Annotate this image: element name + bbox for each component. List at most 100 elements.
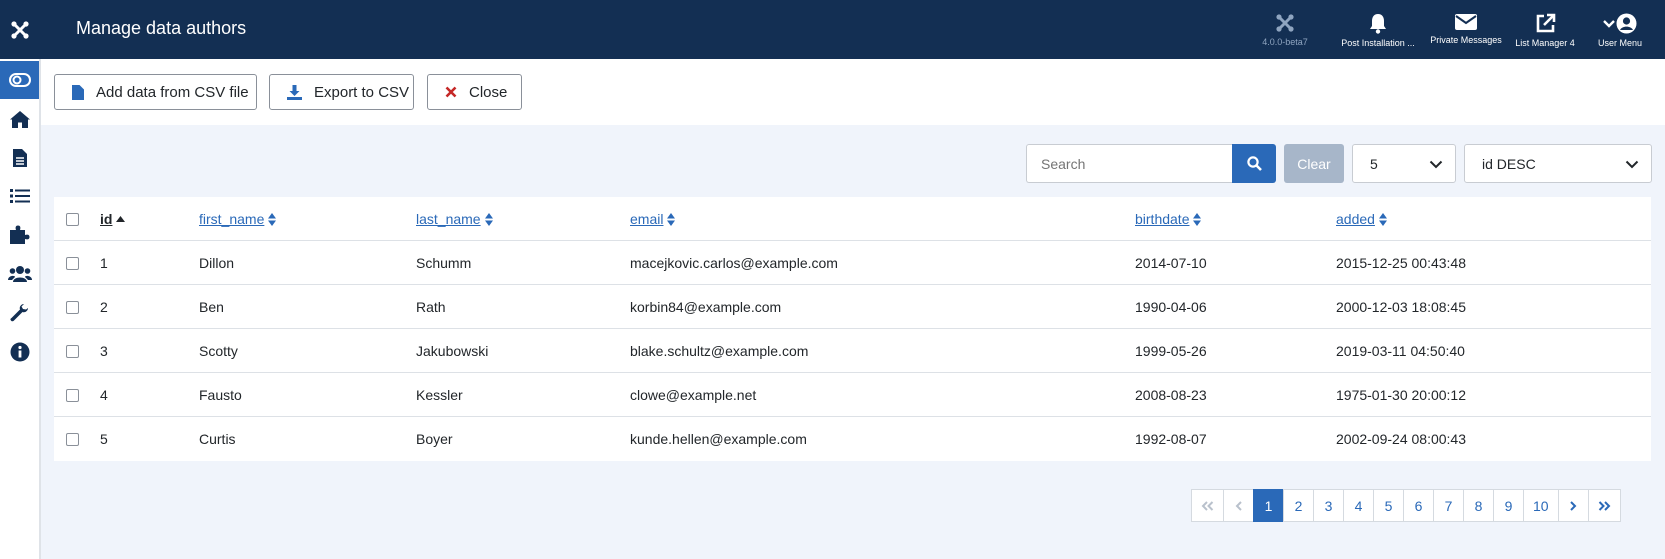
- row-checkbox[interactable]: [66, 432, 79, 446]
- private-messages-label: Private Messages: [1430, 35, 1502, 45]
- search-input[interactable]: [1026, 144, 1232, 183]
- joomla-icon: [1276, 14, 1294, 32]
- toolbar: Add data from CSV file Export to CSV Clo…: [41, 59, 1665, 125]
- double-chevron-right-icon: [1598, 500, 1610, 511]
- post-installation-label: Post Installation ...: [1341, 38, 1415, 48]
- clear-button[interactable]: Clear: [1284, 144, 1344, 183]
- version-link[interactable]: 4.0.0-beta7: [1258, 0, 1312, 59]
- cell-first-name: Ben: [199, 299, 224, 315]
- search-button[interactable]: [1232, 144, 1276, 183]
- cell-birthdate: 2014-07-10: [1135, 255, 1207, 271]
- sort-last-name-link[interactable]: last_name: [416, 211, 481, 227]
- external-link-icon: [1536, 13, 1555, 33]
- sort-icon: [484, 212, 493, 226]
- pagination-page-9[interactable]: 9: [1493, 489, 1524, 522]
- info-icon: [10, 342, 29, 362]
- cell-email: korbin84@example.com: [630, 299, 782, 315]
- pagination-prev[interactable]: [1223, 489, 1254, 522]
- sort-email-link[interactable]: email: [630, 211, 663, 227]
- pagination-page-4[interactable]: 4: [1343, 489, 1374, 522]
- sort-asc-icon: [116, 216, 126, 222]
- user-menu-button[interactable]: User Menu: [1592, 0, 1648, 59]
- user-circle-icon: [1616, 13, 1637, 34]
- close-button[interactable]: Close: [427, 74, 522, 110]
- list-icon: [9, 189, 30, 203]
- double-chevron-left-icon: [1201, 500, 1214, 511]
- list-limit-select[interactable]: 5: [1352, 144, 1456, 183]
- export-csv-button[interactable]: Export to CSV: [269, 74, 414, 110]
- wrench-icon: [9, 304, 28, 322]
- post-installation-button[interactable]: Post Installation ...: [1338, 0, 1418, 59]
- pagination-page-6[interactable]: 6: [1403, 489, 1434, 522]
- file-icon: [72, 84, 84, 100]
- pagination-page-2[interactable]: 2: [1283, 489, 1314, 522]
- add-csv-label: Add data from CSV file: [96, 83, 249, 101]
- pagination-first[interactable]: [1191, 489, 1224, 522]
- cell-email: macejkovic.carlos@example.com: [630, 255, 838, 271]
- row-checkbox[interactable]: [66, 388, 79, 402]
- cell-last-name: Rath: [416, 299, 446, 315]
- row-checkbox[interactable]: [66, 256, 79, 270]
- sort-first-name-link[interactable]: first_name: [199, 211, 264, 227]
- sidebar: [0, 59, 41, 559]
- pagination: 1 2 3 4 5 6 7 8 9 10: [1191, 489, 1621, 522]
- table-row: 2 Ben Rath korbin84@example.com 1990-04-…: [54, 285, 1651, 329]
- sort-icon: [1378, 212, 1387, 226]
- sidebar-item-content[interactable]: [0, 139, 39, 177]
- top-header: Manage data authors 4.0.0-beta7 Post Ins…: [0, 0, 1665, 59]
- user-menu-label: User Menu: [1597, 38, 1642, 48]
- close-icon: [445, 86, 457, 98]
- add-csv-button[interactable]: Add data from CSV file: [54, 74, 257, 110]
- sort-id-link[interactable]: id: [100, 211, 112, 227]
- sidebar-item-menus[interactable]: [0, 177, 39, 215]
- pagination-page-8[interactable]: 8: [1463, 489, 1494, 522]
- pagination-page-5[interactable]: 5: [1373, 489, 1404, 522]
- cell-email: kunde.hellen@example.com: [630, 431, 807, 447]
- sidebar-item-users[interactable]: [0, 255, 39, 293]
- table-header-row: id first_name last_name email birthdate …: [54, 197, 1651, 241]
- cell-first-name: Scotty: [199, 343, 238, 359]
- envelope-icon: [1455, 14, 1477, 30]
- ordering-select[interactable]: id DESC: [1464, 144, 1652, 183]
- chevron-down-icon: [1603, 19, 1615, 28]
- pagination-page-3[interactable]: 3: [1313, 489, 1344, 522]
- sort-icon: [268, 212, 277, 226]
- sidebar-item-home[interactable]: [0, 100, 39, 138]
- pagination-last[interactable]: [1587, 489, 1621, 522]
- cell-first-name: Fausto: [199, 387, 242, 403]
- pagination-page-10[interactable]: 10: [1523, 489, 1559, 522]
- export-csv-label: Export to CSV: [314, 83, 410, 101]
- cell-last-name: Boyer: [416, 431, 453, 447]
- puzzle-icon: [10, 225, 30, 244]
- chevron-down-icon: [1429, 160, 1443, 169]
- bell-icon: [1370, 14, 1386, 34]
- cell-last-name: Schumm: [416, 255, 472, 271]
- pagination-page-1[interactable]: 1: [1253, 489, 1284, 522]
- row-checkbox[interactable]: [66, 300, 79, 314]
- chevron-left-icon: [1235, 500, 1242, 511]
- cell-last-name: Kessler: [416, 387, 463, 403]
- pagination-next[interactable]: [1557, 489, 1589, 522]
- sort-birthdate-link[interactable]: birthdate: [1135, 211, 1189, 227]
- column-header-first-name: first_name: [199, 197, 277, 241]
- version-label: 4.0.0-beta7: [1262, 37, 1308, 47]
- sidebar-toggle[interactable]: [0, 61, 39, 99]
- sidebar-item-system[interactable]: [0, 294, 39, 332]
- private-messages-button[interactable]: Private Messages: [1428, 0, 1504, 59]
- pagination-page-7[interactable]: 7: [1433, 489, 1464, 522]
- sidebar-item-help[interactable]: [0, 333, 39, 371]
- cell-email: clowe@example.net: [630, 387, 757, 403]
- sort-icon: [1193, 212, 1202, 226]
- sidebar-item-components[interactable]: [0, 216, 39, 254]
- file-icon: [12, 149, 27, 167]
- sort-added-link[interactable]: added: [1336, 211, 1375, 227]
- cell-email: blake.schultz@example.com: [630, 343, 809, 359]
- cell-added: 2015-12-25 00:43:48: [1336, 255, 1466, 271]
- joomla-logo-icon[interactable]: [0, 0, 40, 59]
- row-checkbox[interactable]: [66, 344, 79, 358]
- list-manager-label: List Manager 4: [1515, 38, 1575, 48]
- cell-id: 5: [100, 431, 108, 447]
- cell-added: 2002-09-24 08:00:43: [1336, 431, 1466, 447]
- list-manager-link[interactable]: List Manager 4: [1512, 0, 1578, 59]
- select-all-checkbox[interactable]: [66, 212, 79, 226]
